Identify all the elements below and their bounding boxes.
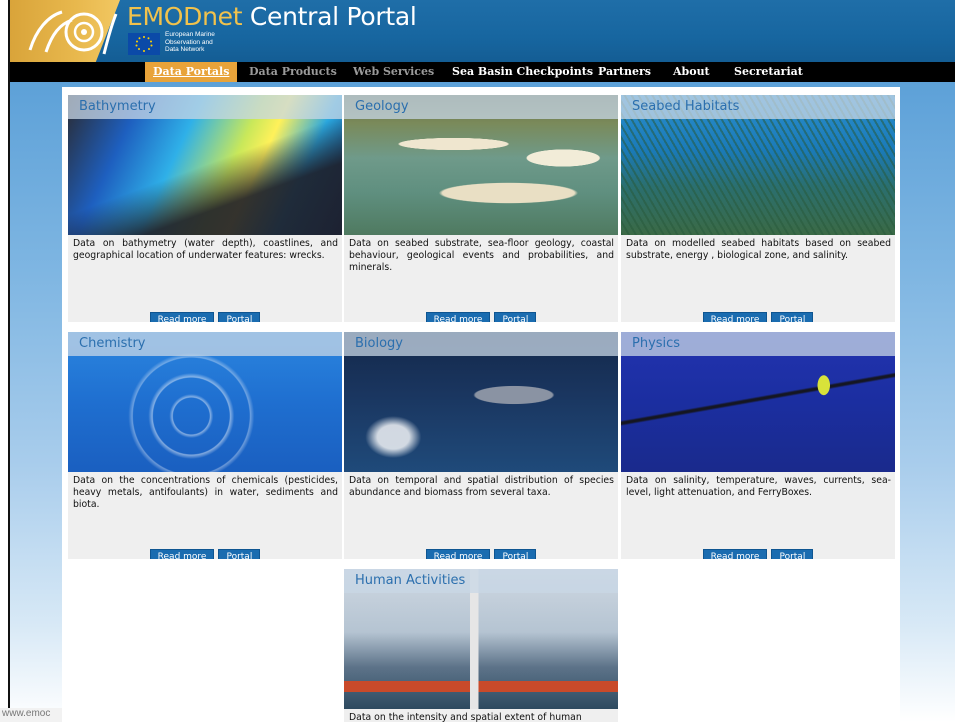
card-human-activities: Human Activities Data on the intensity a… [344,569,618,722]
site-title[interactable]: EMODnet Central Portal [127,2,417,31]
nav-partners[interactable]: Partners [590,62,659,82]
card-seabed-habitats: Seabed Habitats Data on modelled seabed … [621,95,895,322]
read-more-button[interactable]: Read more [425,312,491,322]
portal-button[interactable]: Portal [771,549,814,559]
site-header: EMODnet Central Portal European Marine O… [10,0,955,62]
card-description: Data on seabed substrate, sea-floor geol… [349,238,614,273]
card-description: Data on bathymetry (water depth), coastl… [73,238,338,261]
card-title[interactable]: Chemistry [68,332,342,356]
portal-button[interactable]: Portal [494,312,537,322]
read-more-button[interactable]: Read more [425,549,491,559]
read-more-button[interactable]: Read more [702,312,768,322]
card-geology: Geology Data on seabed substrate, sea-fl… [344,95,618,322]
card-description: Data on the intensity and spatial extent… [349,712,582,722]
card-title[interactable]: Geology [344,95,618,119]
card-title[interactable]: Seabed Habitats [621,95,895,119]
read-more-button[interactable]: Read more [702,549,768,559]
card-title[interactable]: Bathymetry [68,95,342,119]
portal-button[interactable]: Portal [218,549,261,559]
nav-sea-basin-checkpoints[interactable]: Sea Basin Checkpoints [444,62,601,82]
nav-data-products[interactable]: Data Products [241,62,345,82]
portal-button[interactable]: Portal [771,312,814,322]
card-description: Data on the concentrations of chemicals … [73,475,338,510]
nav-web-services[interactable]: Web Services [345,62,442,82]
emodnet-logo-icon[interactable] [22,4,118,58]
card-bathymetry: Bathymetry Data on bathymetry (water dep… [68,95,342,322]
card-description: Data on temporal and spatial distributio… [349,475,614,498]
nav-secretariat[interactable]: Secretariat [726,62,811,82]
card-biology: Biology Data on temporal and spatial dis… [344,332,618,559]
page-edge [0,0,8,722]
card-physics: Physics Data on salinity, temperature, w… [621,332,895,559]
status-bar-url: www.emoc [0,708,62,722]
eu-network-label: European Marine Observation and Data Net… [165,31,215,53]
nav-data-portals[interactable]: Data Portals [145,62,238,82]
card-chemistry: Chemistry Data on the concentrations of … [68,332,342,559]
portal-button[interactable]: Portal [218,312,261,322]
read-more-button[interactable]: Read more [149,549,215,559]
portal-button[interactable]: Portal [494,549,537,559]
read-more-button[interactable]: Read more [149,312,215,322]
card-title[interactable]: Biology [344,332,618,356]
main-nav: Data Portals Data Products Web Services … [10,62,955,82]
card-description: Data on modelled seabed habitats based o… [626,238,891,261]
nav-about[interactable]: About [665,62,718,82]
eu-flag-icon [128,33,160,55]
card-description: Data on salinity, temperature, waves, cu… [626,475,891,498]
card-title[interactable]: Human Activities [344,569,618,593]
card-title[interactable]: Physics [621,332,895,356]
